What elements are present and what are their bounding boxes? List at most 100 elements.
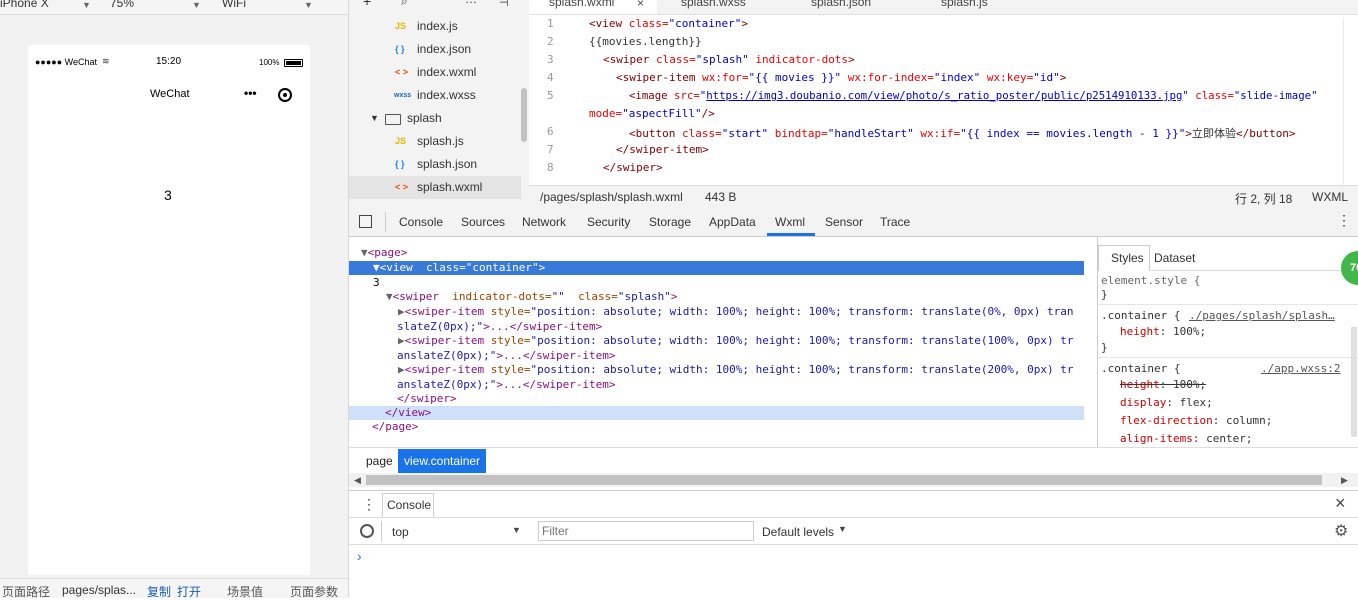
tab-splash-json[interactable]: splash.json xyxy=(811,0,871,9)
image-url-link[interactable]: https://img3.doubanio.com/view/photo/s_r… xyxy=(706,89,1182,102)
tab-wxml[interactable]: Wxml xyxy=(775,215,805,229)
close-icon[interactable]: × xyxy=(1335,493,1346,514)
scroll-thumb[interactable] xyxy=(366,475,1322,485)
wxml-file-icon: < > xyxy=(395,67,409,77)
more-icon[interactable]: ••• xyxy=(244,86,257,100)
style-source-link[interactable]: ./app.wxss:2 xyxy=(1261,362,1340,375)
tree-node-swiper[interactable]: ▼<swiper indicator-dots="" class="splash… xyxy=(386,290,677,303)
json-file-icon: { } xyxy=(395,44,405,54)
tree-close-view: </view> xyxy=(385,406,432,419)
code-line: <view class="container"> xyxy=(589,17,748,30)
file-size: 443 B xyxy=(705,190,737,204)
simulator-toolbar: iPhone X ▼ 75% ▼ WiFi ▼ xyxy=(0,0,348,15)
movies-count: 3 xyxy=(164,187,172,203)
crumb-page[interactable]: page xyxy=(366,454,393,468)
network-select[interactable]: WiFi xyxy=(222,0,246,10)
collapse-icon[interactable]: ⊣ xyxy=(499,0,509,9)
chevron-down-icon: ▼ xyxy=(192,0,201,10)
zoom-select[interactable]: 75% xyxy=(110,0,134,10)
chevron-down-icon: ▼ xyxy=(82,0,91,10)
file-item[interactable]: JS splash.js xyxy=(349,130,521,153)
code-line: <swiper class="splash" indicator-dots> xyxy=(603,53,855,66)
context-select[interactable]: top xyxy=(392,525,409,539)
tab-splash-wxss[interactable]: splash.wxss xyxy=(681,0,746,9)
tree-node-page[interactable]: ▼<page> xyxy=(361,246,407,259)
tab-sensor[interactable]: Sensor xyxy=(825,215,863,229)
tab-security[interactable]: Security xyxy=(587,215,630,229)
devtools-tabbar: Console Sources Network Security Storage… xyxy=(349,208,1358,237)
tree-node-view[interactable]: ▼<view class="container"> xyxy=(373,261,545,274)
wifi-icon: ≋ xyxy=(102,56,110,66)
simulator-footer: 页面路径 pages/splas... 复制 打开 场景值 页面参数 xyxy=(0,578,348,600)
clock-time: 15:20 xyxy=(156,56,182,67)
close-icon[interactable]: × xyxy=(637,0,644,10)
tree-node-swiper-item[interactable]: ▶<swiper-item style="position: absolute;… xyxy=(398,363,1074,376)
battery-percent: 100% xyxy=(259,58,280,67)
device-select[interactable]: iPhone X xyxy=(0,0,49,10)
path-value: pages/splas... xyxy=(62,583,137,597)
editor-tabs: splash.wxml × splash.wxss splash.json sp… xyxy=(529,0,1358,15)
tab-storage[interactable]: Storage xyxy=(649,215,691,229)
close-capsule-icon[interactable] xyxy=(278,88,292,102)
file-item[interactable]: { } splash.json xyxy=(349,153,521,176)
wxml-tree[interactable]: ▼<page> ▼<view class="container"> 3 ▼<sw… xyxy=(349,237,1097,447)
tree-node-swiper-item[interactable]: ▶<swiper-item style="position: absolute;… xyxy=(398,305,1074,318)
path-label: 页面路径 xyxy=(2,585,51,599)
tab-network[interactable]: Network xyxy=(522,215,566,229)
file-item[interactable]: < > index.wxml xyxy=(349,61,521,84)
copy-link[interactable]: 复制 xyxy=(147,583,171,600)
active-tab-indicator xyxy=(767,233,815,236)
tree-text-node: 3 xyxy=(373,276,380,289)
wxss-file-icon: wxss xyxy=(394,92,412,99)
chevron-down-icon: ▼ xyxy=(512,525,521,535)
tab-sources[interactable]: Sources xyxy=(461,215,505,229)
levels-select[interactable]: Default levels xyxy=(762,525,834,539)
file-item[interactable]: wxss index.wxss xyxy=(349,84,521,107)
tab-splash-wxml[interactable]: splash.wxml xyxy=(549,0,614,9)
more-icon[interactable]: … xyxy=(465,0,477,6)
cursor-position[interactable]: 行 2, 列 18 xyxy=(1235,190,1292,207)
clear-console-icon[interactable] xyxy=(360,524,374,538)
file-path: /pages/splash/splash.wxml xyxy=(540,190,683,204)
console-prompt[interactable]: › xyxy=(357,548,362,564)
console-drawer: ⋮ Console × top ▼ Default levels ▼ ⚙ › xyxy=(349,490,1358,598)
horizontal-scrollbar[interactable]: ◀ ▶ xyxy=(349,473,1358,487)
scroll-left-icon[interactable]: ◀ xyxy=(354,475,361,486)
params-button[interactable]: 页面参数 xyxy=(290,583,338,600)
tab-styles[interactable]: Styles xyxy=(1111,251,1144,265)
tab-appdata[interactable]: AppData xyxy=(709,215,756,229)
code-line: <image src="https://img3.doubanio.com/vi… xyxy=(629,89,1318,102)
code-editor[interactable]: splash.wxml × splash.wxss splash.json sp… xyxy=(529,0,1358,185)
breadcrumb: page view.container xyxy=(349,447,1358,474)
tab-drawer-console[interactable]: Console xyxy=(387,498,431,512)
tab-splash-js[interactable]: splash.js xyxy=(941,0,988,9)
tab-dataset[interactable]: Dataset xyxy=(1154,251,1195,265)
styles-scrollbar[interactable] xyxy=(1351,327,1357,437)
file-tree: JS index.js { } index.json < > index.wxm… xyxy=(349,14,529,208)
folder-item[interactable]: ▼ splash xyxy=(349,107,521,130)
tree-close-swiper: </swiper> xyxy=(397,392,457,405)
more-icon[interactable]: ⋮ xyxy=(1337,212,1351,229)
scene-button[interactable]: 场景值 xyxy=(227,583,263,600)
add-icon[interactable]: + xyxy=(363,0,371,9)
scroll-right-icon[interactable]: ▶ xyxy=(1341,475,1348,486)
inspect-icon[interactable] xyxy=(359,215,372,228)
tab-console[interactable]: Console xyxy=(399,215,443,229)
filter-input[interactable] xyxy=(538,521,754,541)
search-icon[interactable]: ⌕ xyxy=(401,0,408,9)
json-file-icon: { } xyxy=(395,159,405,169)
crumb-view-container[interactable]: view.container xyxy=(398,449,487,473)
tree-close-page: </page> xyxy=(372,420,419,433)
file-item[interactable]: JS index.js xyxy=(349,15,521,38)
style-source-link[interactable]: ./pages/splash/splash… xyxy=(1189,309,1339,322)
language-mode[interactable]: WXML xyxy=(1312,190,1348,204)
file-item[interactable]: { } index.json xyxy=(349,38,521,61)
tab-trace[interactable]: Trace xyxy=(880,215,910,229)
tree-scrollbar[interactable] xyxy=(521,88,527,142)
open-link[interactable]: 打开 xyxy=(177,583,201,600)
tree-node-swiper-item[interactable]: ▶<swiper-item style="position: absolute;… xyxy=(398,334,1074,347)
drawer-menu-icon[interactable]: ⋮ xyxy=(362,496,376,513)
file-item-selected[interactable]: < > splash.wxml xyxy=(349,176,521,199)
tree-toolbar: + ⌕ … ⊣ xyxy=(349,0,529,14)
gear-icon[interactable]: ⚙ xyxy=(1334,521,1348,541)
